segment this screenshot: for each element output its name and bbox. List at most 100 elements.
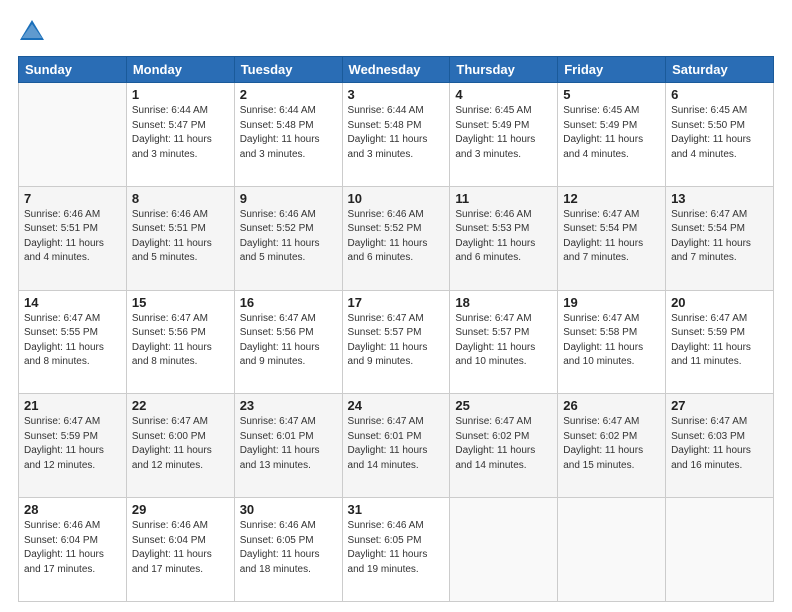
day-info: Sunrise: 6:47 AMSunset: 5:59 PMDaylight:… bbox=[671, 312, 768, 370]
day-number: 28 bbox=[24, 502, 121, 517]
calendar-body: 1 Sunrise: 6:44 AMSunset: 5:47 PMDaylight… bbox=[19, 83, 774, 602]
daylight-text: Daylight: 11 hours and 3 minutes. bbox=[132, 134, 212, 160]
day-info: Sunrise: 6:47 AMSunset: 5:57 PMDaylight:… bbox=[348, 312, 445, 370]
day-info: Sunrise: 6:46 AMSunset: 5:51 PMDaylight:… bbox=[132, 208, 229, 266]
sunrise-text: Sunrise: 6:47 AM bbox=[455, 416, 531, 427]
sunrise-text: Sunrise: 6:47 AM bbox=[455, 313, 531, 324]
sunrise-text: Sunrise: 6:47 AM bbox=[563, 313, 639, 324]
sunrise-text: Sunrise: 6:47 AM bbox=[240, 416, 316, 427]
day-info: Sunrise: 6:47 AMSunset: 6:01 PMDaylight:… bbox=[240, 415, 337, 473]
day-number: 17 bbox=[348, 295, 445, 310]
calendar-cell: 9Sunrise: 6:46 AMSunset: 5:52 PMDaylight… bbox=[234, 186, 342, 290]
sunset-text: Sunset: 6:04 PM bbox=[132, 535, 206, 546]
day-number: 6 bbox=[671, 87, 768, 102]
calendar-cell bbox=[558, 498, 666, 602]
day-number: 22 bbox=[132, 398, 229, 413]
sunset-text: Sunset: 6:04 PM bbox=[24, 535, 98, 546]
daylight-text: Daylight: 11 hours and 10 minutes. bbox=[455, 342, 535, 368]
calendar-cell: 18Sunrise: 6:47 AMSunset: 5:57 PMDayligh… bbox=[450, 290, 558, 394]
day-number: 20 bbox=[671, 295, 768, 310]
day-info: Sunrise: 6:46 AM Sunset: 5:52 PM Daylight:… bbox=[240, 208, 337, 266]
daylight-text: Daylight: 11 hours and 3 minutes. bbox=[455, 134, 535, 160]
calendar-cell: 1 Sunrise: 6:44 AMSunset: 5:47 PMDaylight… bbox=[126, 83, 234, 187]
day-info: Sunrise: 6:46 AMSunset: 5:52 PMDaylight:… bbox=[348, 208, 445, 266]
daylight-text: Daylight: 11 hours and 17 minutes. bbox=[132, 549, 212, 575]
calendar-cell: 25Sunrise: 6:47 AMSunset: 6:02 PMDayligh… bbox=[450, 394, 558, 498]
daylight-text: Daylight: 11 hours and 5 minutes. bbox=[240, 238, 320, 264]
day-info: Sunrise: 6:45 AMSunset: 5:49 PMDaylight:… bbox=[563, 104, 660, 162]
sunset-text: Sunset: 5:50 PM bbox=[671, 120, 745, 131]
calendar-cell: 8Sunrise: 6:46 AMSunset: 5:51 PMDaylight… bbox=[126, 186, 234, 290]
day-number: 1 bbox=[132, 87, 229, 102]
daylight-text: Daylight: 11 hours and 17 minutes. bbox=[24, 549, 104, 575]
weekday-header-tuesday: Tuesday bbox=[234, 57, 342, 83]
sunset-text: Sunset: 6:01 PM bbox=[240, 431, 314, 442]
daylight-text: Daylight: 11 hours and 8 minutes. bbox=[132, 342, 212, 368]
day-info: Sunrise: 6:44 AMSunset: 5:47 PMDaylight:… bbox=[132, 104, 229, 162]
day-number: 23 bbox=[240, 398, 337, 413]
calendar-week-row: 28Sunrise: 6:46 AMSunset: 6:04 PMDayligh… bbox=[19, 498, 774, 602]
sunrise-text: Sunrise: 6:46 AM bbox=[24, 209, 100, 220]
calendar-cell: 13Sunrise: 6:47 AMSunset: 5:54 PMDayligh… bbox=[666, 186, 774, 290]
calendar-cell: 19Sunrise: 6:47 AMSunset: 5:58 PMDayligh… bbox=[558, 290, 666, 394]
daylight-text: Daylight: 11 hours and 7 minutes. bbox=[563, 238, 643, 264]
day-number: 14 bbox=[24, 295, 121, 310]
day-info: Sunrise: 6:46 AMSunset: 6:04 PMDaylight:… bbox=[24, 519, 121, 577]
daylight-text: Daylight: 11 hours and 6 minutes. bbox=[455, 238, 535, 264]
day-info: Sunrise: 6:47 AMSunset: 6:02 PMDaylight:… bbox=[455, 415, 552, 473]
weekday-header-sunday: Sunday bbox=[19, 57, 127, 83]
sunrise-text: Sunrise: 6:47 AM bbox=[671, 209, 747, 220]
sunset-text: Sunset: 5:48 PM bbox=[240, 120, 314, 131]
daylight-text: Daylight: 11 hours and 11 minutes. bbox=[671, 342, 751, 368]
day-info: Sunrise: 6:46 AMSunset: 6:05 PMDaylight:… bbox=[348, 519, 445, 577]
sunset-text: Sunset: 6:00 PM bbox=[132, 431, 206, 442]
sunset-text: Sunset: 6:05 PM bbox=[240, 535, 314, 546]
calendar-cell: 7Sunrise: 6:46 AMSunset: 5:51 PMDaylight… bbox=[19, 186, 127, 290]
sunrise-text: Sunrise: 6:47 AM bbox=[563, 209, 639, 220]
sunrise-text: Sunrise: 6:46 AM bbox=[348, 520, 424, 531]
daylight-text: Daylight: 11 hours and 3 minutes. bbox=[348, 134, 428, 160]
sunrise-text: Sunrise: 6:46 AM bbox=[240, 209, 316, 220]
calendar-cell: 20 Sunrise: 6:47 AMSunset: 5:59 PMDayligh… bbox=[666, 290, 774, 394]
daylight-text: Daylight: 11 hours and 14 minutes. bbox=[348, 445, 428, 471]
sunset-text: Sunset: 5:53 PM bbox=[455, 223, 529, 234]
sunset-text: Sunset: 5:58 PM bbox=[563, 327, 637, 338]
weekday-header-monday: Monday bbox=[126, 57, 234, 83]
calendar-cell bbox=[666, 498, 774, 602]
daylight-text: Daylight: 11 hours and 18 minutes. bbox=[240, 549, 320, 575]
calendar-cell: 3Sunrise: 6:44 AMSunset: 5:48 PMDaylight… bbox=[342, 83, 450, 187]
sunrise-text: Sunrise: 6:47 AM bbox=[563, 416, 639, 427]
sunset-text: Sunset: 5:57 PM bbox=[455, 327, 529, 338]
sunset-text: Sunset: 5:51 PM bbox=[132, 223, 206, 234]
day-number: 8 bbox=[132, 191, 229, 206]
sunset-text: Sunset: 5:56 PM bbox=[132, 327, 206, 338]
calendar-cell: 28 Sunrise: 6:46 AMSunset: 6:04 PMDayligh… bbox=[19, 498, 127, 602]
day-number: 27 bbox=[671, 398, 768, 413]
daylight-text: Daylight: 11 hours and 3 minutes. bbox=[240, 134, 320, 160]
calendar-cell: 5Sunrise: 6:45 AMSunset: 5:49 PMDaylight… bbox=[558, 83, 666, 187]
calendar-header: SundayMondayTuesdayWednesdayThursdayFrid… bbox=[19, 57, 774, 83]
weekday-header-row: SundayMondayTuesdayWednesdayThursdayFrid… bbox=[19, 57, 774, 83]
sunrise-text: Sunrise: 6:45 AM bbox=[455, 105, 531, 116]
sunrise-text: Sunrise: 6:46 AM bbox=[132, 520, 208, 531]
sunset-text: Sunset: 5:48 PM bbox=[348, 120, 422, 131]
sunrise-text: Sunrise: 6:45 AM bbox=[563, 105, 639, 116]
sunset-text: Sunset: 5:52 PM bbox=[240, 223, 314, 234]
calendar-cell: 12Sunrise: 6:47 AMSunset: 5:54 PMDayligh… bbox=[558, 186, 666, 290]
sunrise-text: Sunrise: 6:44 AM bbox=[240, 105, 316, 116]
day-info: Sunrise: 6:47 AMSunset: 5:56 PMDaylight:… bbox=[240, 312, 337, 370]
day-info: Sunrise: 6:44 AM Sunset: 5:48 PM Daylight:… bbox=[240, 104, 337, 162]
sunrise-text: Sunrise: 6:45 AM bbox=[671, 105, 747, 116]
sunrise-text: Sunrise: 6:47 AM bbox=[24, 416, 100, 427]
sunrise-text: Sunrise: 6:47 AM bbox=[348, 416, 424, 427]
day-info: Sunrise: 6:47 AMSunset: 5:56 PMDaylight:… bbox=[132, 312, 229, 370]
weekday-header-friday: Friday bbox=[558, 57, 666, 83]
sunset-text: Sunset: 5:54 PM bbox=[671, 223, 745, 234]
day-number: 21 bbox=[24, 398, 121, 413]
sunrise-text: Sunrise: 6:47 AM bbox=[240, 313, 316, 324]
day-info: Sunrise: 6:45 AMSunset: 5:50 PMDaylight:… bbox=[671, 104, 768, 162]
sunrise-text: Sunrise: 6:46 AM bbox=[132, 209, 208, 220]
sunset-text: Sunset: 6:01 PM bbox=[348, 431, 422, 442]
sunrise-text: Sunrise: 6:47 AM bbox=[671, 313, 747, 324]
day-number: 12 bbox=[563, 191, 660, 206]
